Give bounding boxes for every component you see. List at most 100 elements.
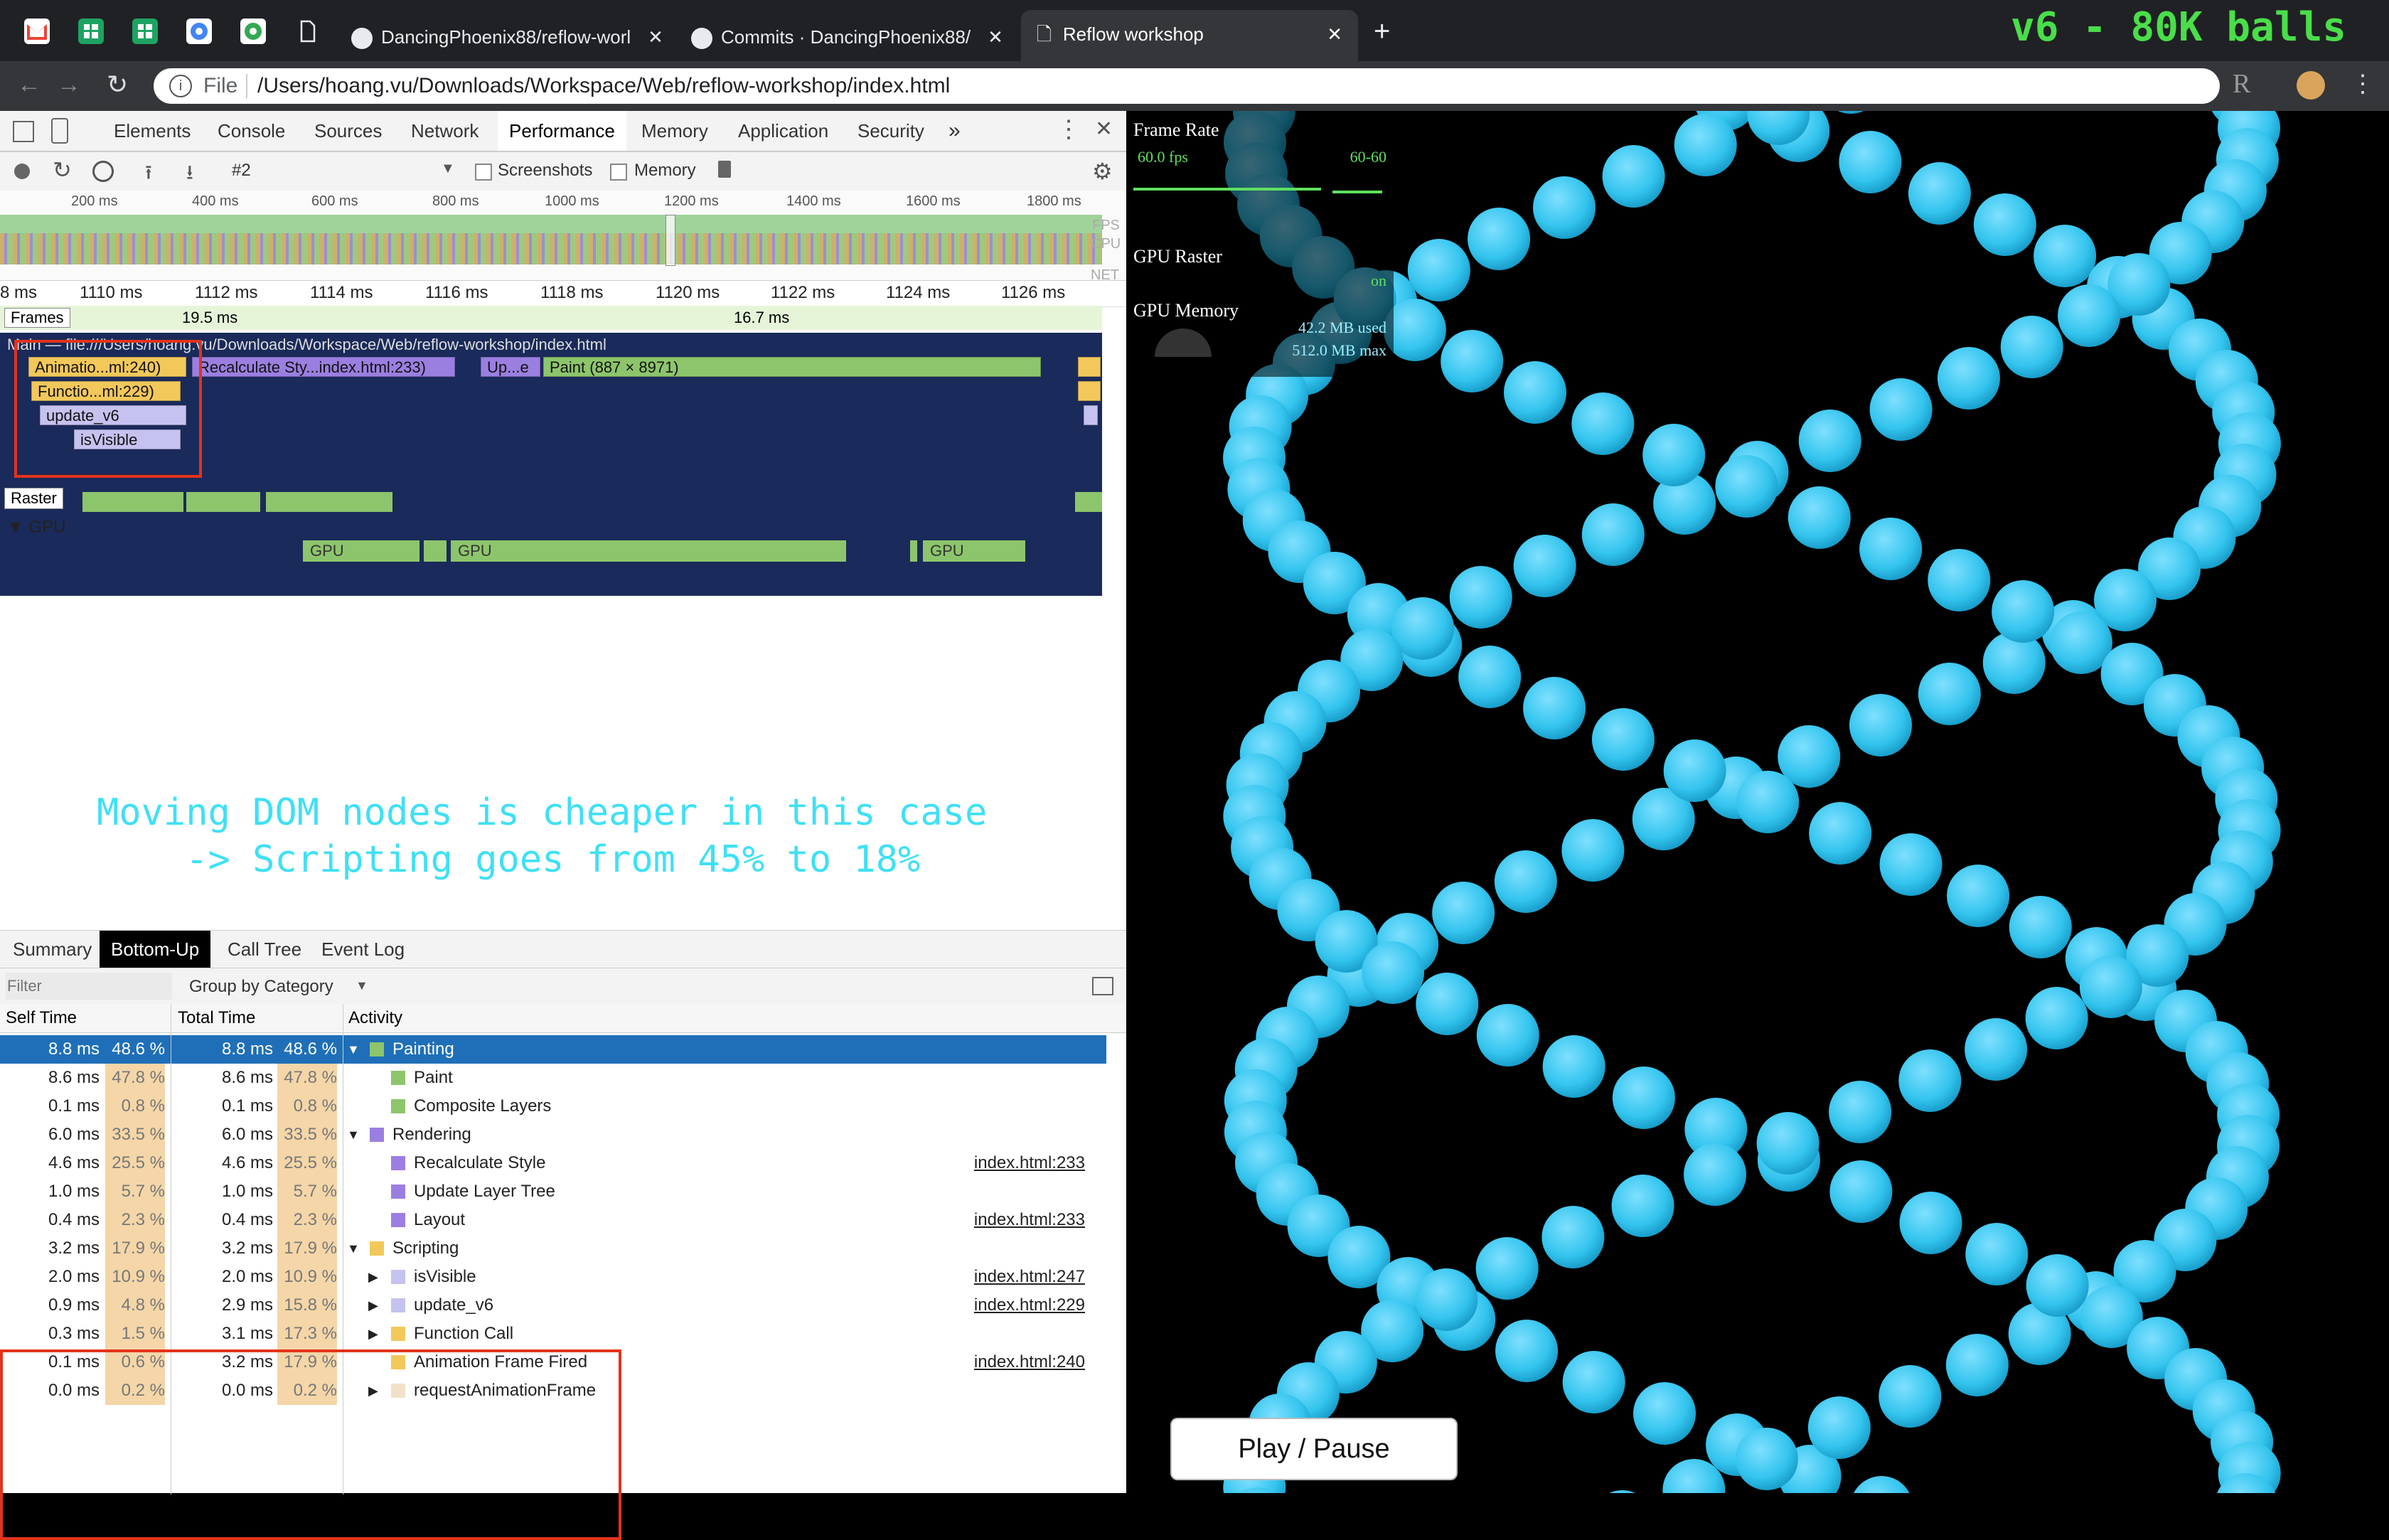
gmail-icon[interactable]: [24, 18, 50, 44]
frames-track[interactable]: Frames 19.5 ms 16.7 ms: [0, 306, 1102, 330]
raster-bar[interactable]: [82, 492, 122, 512]
more-tabs-button[interactable]: »: [948, 111, 961, 151]
expand-toggle-icon[interactable]: ▼: [347, 1234, 360, 1263]
gpu-track-label[interactable]: ▼ GPU: [7, 518, 65, 538]
tab-elements[interactable]: Elements: [114, 111, 191, 151]
column-activity[interactable]: Activity: [348, 1004, 402, 1032]
group-by-select[interactable]: Group by Category: [189, 977, 333, 997]
frames-label[interactable]: Frames: [4, 308, 70, 328]
flame-small[interactable]: [1078, 357, 1101, 377]
source-link[interactable]: index.html:229: [974, 1291, 1085, 1320]
expand-toggle-icon[interactable]: ▼: [347, 1121, 360, 1149]
tab-network[interactable]: Network: [411, 111, 479, 151]
expand-toggle-icon[interactable]: ▼: [347, 1035, 360, 1064]
column-self-time[interactable]: Self Time: [6, 1004, 77, 1032]
sheets-icon[interactable]: [132, 18, 158, 44]
raster-bar[interactable]: [122, 492, 183, 512]
screenshots-checkbox[interactable]: [475, 164, 492, 181]
column-total-time[interactable]: Total Time: [178, 1004, 255, 1032]
tab-performance[interactable]: Performance: [498, 111, 626, 151]
tab-application[interactable]: Application: [738, 111, 828, 151]
back-button[interactable]: ←: [17, 71, 41, 99]
gpu-bar[interactable]: GPU: [303, 540, 419, 562]
sidebar-toggle-icon[interactable]: [1092, 977, 1113, 995]
gpu-bar[interactable]: GPU: [451, 540, 846, 562]
flame-recalculate-style[interactable]: Recalculate Sty...index.html:233): [192, 357, 455, 377]
inspect-icon[interactable]: [13, 121, 34, 142]
flame-small[interactable]: [1078, 381, 1101, 401]
memory-checkbox[interactable]: [610, 164, 627, 181]
table-row[interactable]: 4.6 ms 25.5 % 4.6 ms 25.5 % Recalculate Styl…: [0, 1149, 1106, 1177]
table-row[interactable]: 8.6 ms 47.8 % 8.6 ms 47.8 % Paint: [0, 1064, 1106, 1092]
address-bar[interactable]: i File /Users/hoang.vu/Downloads/Workspa…: [154, 68, 2220, 104]
expand-toggle-icon[interactable]: ▶: [368, 1291, 378, 1320]
filter-input[interactable]: [6, 973, 172, 1000]
upload-icon[interactable]: ⭱: [145, 158, 152, 192]
raster-bar[interactable]: [1075, 492, 1102, 512]
tab-repo[interactable]: DancingPhoenix88/reflow-worl: [351, 13, 664, 61]
table-row[interactable]: 1.0 ms 5.7 % 1.0 ms 5.7 % Update Layer Tree: [0, 1177, 1106, 1206]
reload-button[interactable]: ↻: [107, 70, 128, 100]
sheets-icon[interactable]: [78, 18, 104, 44]
tab-bottom-up[interactable]: Bottom-Up: [100, 931, 211, 968]
table-row[interactable]: 3.2 ms 17.9 % 3.2 ms 17.9 % ▼ Scripting: [0, 1234, 1106, 1263]
app-icon[interactable]: [240, 18, 266, 44]
close-icon[interactable]: ✕: [647, 13, 664, 61]
selection-window[interactable]: [666, 215, 675, 266]
close-icon[interactable]: ✕: [1095, 117, 1113, 141]
tab-memory[interactable]: Memory: [641, 111, 708, 151]
table-row[interactable]: 0.3 ms 1.5 % 3.1 ms 17.3 % ▶ Function Call: [0, 1320, 1106, 1348]
forward-button[interactable]: →: [57, 71, 81, 99]
table-row[interactable]: 8.8 ms 48.6 % 8.8 ms 48.6 % ▼ Painting: [0, 1035, 1106, 1064]
tab-commits[interactable]: Commits · DancingPhoenix88/: [691, 13, 1004, 61]
record-button[interactable]: [14, 164, 30, 179]
devtools-menu-icon[interactable]: ⋮: [1057, 115, 1081, 144]
info-icon[interactable]: i: [169, 75, 192, 97]
tab-summary[interactable]: Summary: [13, 931, 92, 968]
recording-select[interactable]: #2: [232, 161, 251, 181]
source-link[interactable]: index.html:233: [974, 1206, 1085, 1234]
device-toggle-icon[interactable]: [51, 118, 68, 144]
table-row[interactable]: 0.4 ms 2.3 % 0.4 ms 2.3 % Layout index.html:2…: [0, 1206, 1106, 1234]
expand-toggle-icon[interactable]: ▶: [368, 1263, 378, 1291]
source-link[interactable]: index.html:233: [974, 1149, 1085, 1177]
gpu-bar[interactable]: [424, 540, 447, 562]
flame-paint[interactable]: Paint (887 × 8971): [543, 357, 1041, 377]
chevron-down-icon[interactable]: ▼: [356, 978, 368, 993]
download-icon[interactable]: ⭳: [186, 158, 193, 192]
table-row[interactable]: 0.9 ms 4.8 % 2.9 ms 15.8 % ▶ update_v6 index.h…: [0, 1291, 1106, 1320]
clear-icon[interactable]: [92, 161, 114, 182]
new-tab-button[interactable]: +: [1374, 7, 1402, 55]
tab-security[interactable]: Security: [857, 111, 924, 151]
tab-call-tree[interactable]: Call Tree: [228, 931, 301, 968]
chevron-down-icon[interactable]: ▼: [441, 161, 455, 177]
source-link[interactable]: index.html:247: [974, 1263, 1085, 1291]
gpu-bar[interactable]: GPU: [923, 540, 1025, 562]
tab-reflow-workshop[interactable]: 🗋 Reflow workshop ✕: [1021, 10, 1358, 61]
avatar[interactable]: [2297, 71, 2325, 100]
settings-gear-icon[interactable]: ⚙: [1092, 158, 1113, 185]
raster-label[interactable]: Raster: [4, 488, 63, 509]
table-row[interactable]: 6.0 ms 33.5 % 6.0 ms 33.5 % ▼ Rendering: [0, 1121, 1106, 1149]
table-row[interactable]: 0.1 ms 0.8 % 0.1 ms 0.8 % Composite Layers: [0, 1092, 1106, 1121]
menu-icon[interactable]: ⋮: [2351, 70, 2375, 98]
reload-profile-icon[interactable]: ↻: [53, 156, 72, 183]
gpu-bar[interactable]: [910, 540, 917, 562]
trash-icon[interactable]: [718, 161, 731, 178]
raster-bar[interactable]: [266, 492, 392, 512]
close-icon[interactable]: ✕: [987, 13, 1004, 61]
flame-small[interactable]: [1084, 405, 1098, 425]
source-link[interactable]: index.html:240: [974, 1348, 1085, 1376]
play-pause-button[interactable]: Play / Pause: [1170, 1418, 1458, 1480]
raster-bar[interactable]: [186, 492, 260, 512]
document-icon[interactable]: [294, 18, 320, 44]
tab-event-log[interactable]: Event Log: [321, 931, 405, 968]
flame-update-layer-tree[interactable]: Up...e: [481, 357, 540, 377]
close-icon[interactable]: ✕: [1327, 10, 1342, 58]
extension-r-icon[interactable]: R: [2233, 68, 2250, 100]
tab-sources[interactable]: Sources: [314, 111, 382, 151]
app-icon[interactable]: [186, 18, 212, 44]
timeline-overview[interactable]: 200 ms 400 ms 600 ms 800 ms 1000 ms 1200…: [0, 191, 1126, 283]
tab-console[interactable]: Console: [218, 111, 285, 151]
expand-toggle-icon[interactable]: ▶: [368, 1320, 378, 1348]
